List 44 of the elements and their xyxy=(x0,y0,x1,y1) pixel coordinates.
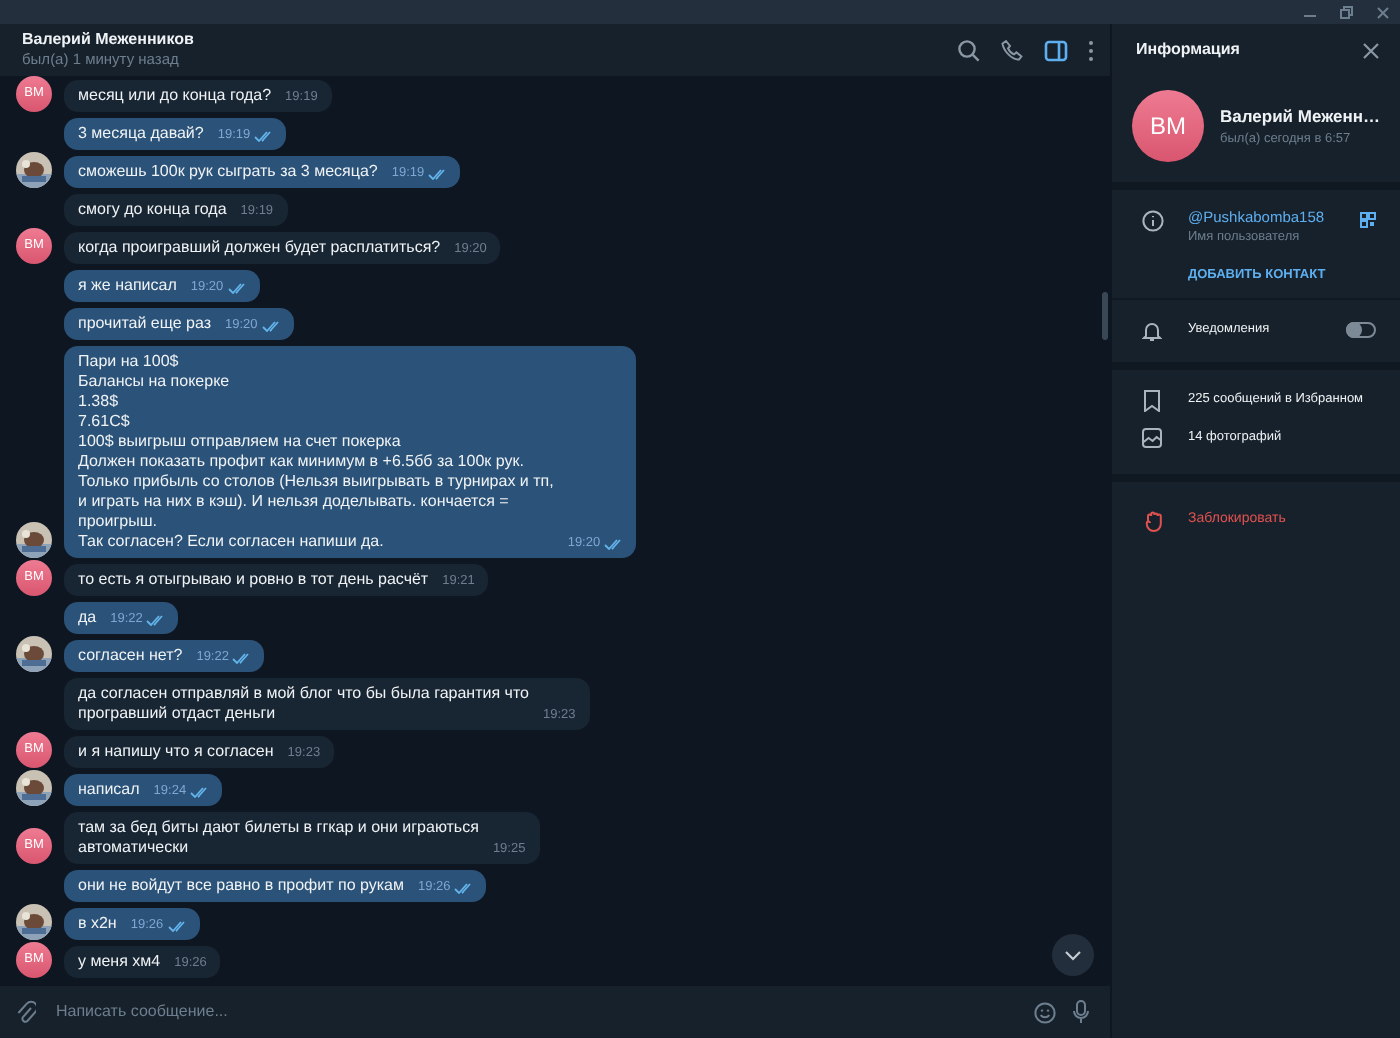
message-text: 3 месяца давай? xyxy=(78,124,204,144)
message-text: написал xyxy=(78,780,140,800)
sidebar-toggle-button[interactable] xyxy=(1042,36,1070,64)
restore-icon[interactable] xyxy=(1339,5,1353,19)
chat-title: Валерий Меженников xyxy=(22,30,196,50)
message-text: они не войдут все равно в профит по рукам xyxy=(78,876,404,896)
bookmark-icon xyxy=(1144,389,1160,412)
phone-button[interactable] xyxy=(998,36,1026,64)
close-icon[interactable] xyxy=(1361,41,1379,59)
message-text: согласен нет? xyxy=(78,646,183,666)
message-text: в х2н xyxy=(78,914,117,934)
message-text: смогу до конца года xyxy=(78,200,227,220)
scroll-down-button[interactable] xyxy=(1052,934,1094,976)
chevron-down-icon[interactable] xyxy=(1064,949,1082,961)
message-text: я же написал xyxy=(78,276,177,296)
message-input[interactable]: Написать сообщение... xyxy=(52,998,1018,1026)
search-button[interactable] xyxy=(954,36,982,64)
profile-name: Валерий Меженн… xyxy=(1220,103,1380,129)
hand-icon xyxy=(1143,509,1161,532)
scrollbar[interactable] xyxy=(1102,292,1108,340)
message-text: прочитай еще раз xyxy=(78,314,211,334)
message-text: Пари на 100$ Балансы на покерке 1.38$ 7.61C$ 100$ выигрыш отправляем на счет покерка Должен показать профит как минимум в +6.5бб за 100к рук. Только прибыль со столов (Нельзя выигрывать в турнирах и тп, и играть на них в кэш). И нельзя доделывать. кончается = проигрыш. Так согласен? Если согласен напиши да. xyxy=(78,352,554,552)
message-text: и я напишу что я согласен xyxy=(78,742,274,762)
message-text: сможешь 100к рук сыграть за 3 месяца? xyxy=(78,162,378,182)
message-text: когда проигравший должен будет расплатиться? xyxy=(78,238,441,258)
info-icon xyxy=(1141,210,1163,232)
message-text: там за бед биты дают билеты в ггкар и они играються автоматически xyxy=(78,818,479,858)
message-text: месяц или до конца года? xyxy=(78,86,272,106)
message-text: то есть я отыгрываю и ровно в тот день расчёт xyxy=(78,570,429,590)
message-composer[interactable]: Написать сообщение... xyxy=(0,986,1110,1038)
paperclip-icon[interactable] xyxy=(16,1000,36,1024)
panel-title: Информация xyxy=(1136,38,1240,62)
more-menu-button[interactable] xyxy=(1086,36,1094,64)
message-text: да xyxy=(78,608,97,628)
avatar: ВМ xyxy=(1132,90,1204,162)
close-icon[interactable] xyxy=(1375,5,1389,19)
message-text: да согласен отправляй в мой блог что бы была гарантия что програвший отдаст деньги xyxy=(78,684,529,724)
microphone-icon[interactable] xyxy=(1072,1000,1090,1024)
image-icon xyxy=(1142,428,1162,449)
emoji-icon[interactable] xyxy=(1034,1001,1056,1023)
message-text: у меня хм4 xyxy=(78,952,161,972)
bell-icon xyxy=(1142,319,1162,342)
qr-code-icon[interactable] xyxy=(1360,212,1376,229)
toggle-switch[interactable] xyxy=(1346,322,1376,339)
